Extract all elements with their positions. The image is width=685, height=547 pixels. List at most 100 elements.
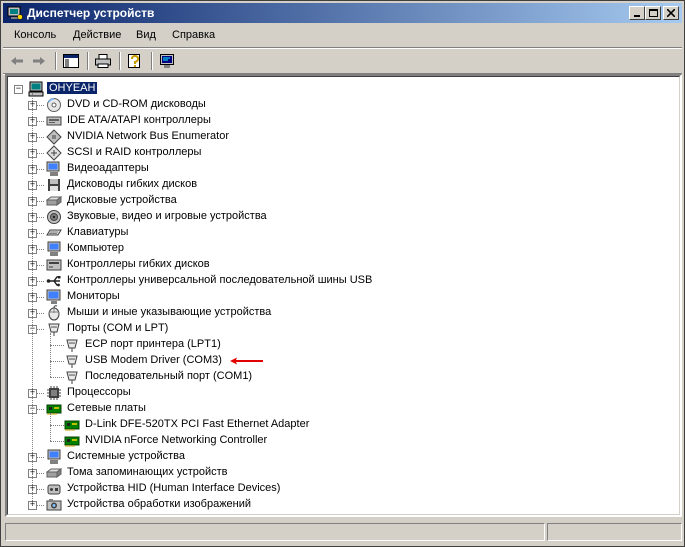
sound-icon <box>47 210 61 224</box>
back-button[interactable] <box>7 51 27 71</box>
tree-item-child[interactable]: NVIDIA nForce Networking Controller <box>8 433 668 449</box>
device-manager-window: Диспетчер устройств Консоль Действие Вид… <box>0 0 685 547</box>
tree-item[interactable]: + SCSI и RAID контроллеры <box>8 145 668 161</box>
tree-item[interactable]: + Мыши и иные указывающие устройства <box>8 305 668 321</box>
tree-item[interactable]: + Системные устройства <box>8 449 668 465</box>
toolbar-separator <box>119 52 121 70</box>
minimize-button[interactable] <box>629 6 645 20</box>
tree-item-child[interactable]: Последовательный порт (COM1) <box>8 369 668 385</box>
tree-item[interactable]: + Видеоадаптеры <box>8 161 668 177</box>
tree-child-label: D-Link DFE-520TX PCI Fast Ethernet Adapt… <box>85 418 310 430</box>
scan-hardware-button[interactable] <box>157 51 177 71</box>
tree-item-label: Мыши и иные указывающие устройства <box>67 306 272 318</box>
device-tree-content: − OHYEAH + DVD и CD-ROM дисководы + IDE ATA… <box>7 76 680 515</box>
disk-icon <box>46 196 62 206</box>
status-pane-secondary <box>547 523 682 541</box>
tree-root[interactable]: − OHYEAH <box>12 81 212 97</box>
tree-connector <box>50 333 51 377</box>
tree-item[interactable]: − Сетевые платы <box>8 401 668 417</box>
system-icon <box>47 449 61 464</box>
tree-item[interactable]: + Тома запоминающих устройств <box>8 465 668 481</box>
tree-item-label: Устройства HID (Human Interface Devices) <box>67 482 281 494</box>
tree-item-label: Дисковые устройства <box>67 194 177 206</box>
menu-console[interactable]: Консоль <box>14 29 56 41</box>
tree-item-child[interactable]: USB Modem Driver (COM3) <box>8 353 668 369</box>
tree-item[interactable]: + Устройства HID (Human Interface Devices… <box>8 481 668 497</box>
port-icon <box>66 355 78 368</box>
tree-item[interactable]: + Клавиатуры <box>8 225 668 241</box>
tree-child-label: Последовательный порт (COM1) <box>85 370 253 382</box>
menu-view[interactable]: Вид <box>136 29 156 41</box>
tree-item-label: Контроллеры гибких дисков <box>67 258 210 270</box>
tree-item[interactable]: + Дисковые устройства <box>8 193 668 209</box>
monitor-icon <box>46 289 61 304</box>
network-icon <box>46 404 62 415</box>
tree-item-label: Мониторы <box>67 290 120 302</box>
tree-root-label: OHYEAH <box>47 82 98 94</box>
tree-item[interactable]: + Процессоры <box>8 385 668 401</box>
tree-item[interactable]: + DVD и CD-ROM дисководы <box>8 97 668 113</box>
tree-item[interactable]: + Звуковые, видео и игровые устройства <box>8 209 668 225</box>
tree-item-child[interactable]: ECP порт принтера (LPT1) <box>8 337 668 353</box>
toolbar-separator <box>151 52 153 70</box>
tree-item[interactable]: + IDE ATA/ATAPI контроллеры <box>8 113 668 129</box>
tree-item-label: Компьютер <box>67 242 124 254</box>
minimize-icon <box>634 15 640 17</box>
close-icon <box>667 9 675 17</box>
port-icon <box>66 371 78 384</box>
toolbar-separator <box>55 52 57 70</box>
cpu-icon <box>47 386 61 400</box>
tree-child-label: ECP порт принтера (LPT1) <box>85 338 221 350</box>
close-button[interactable] <box>663 6 679 20</box>
tree-item[interactable]: + Дисководы гибких дисков <box>8 177 668 193</box>
title-bar[interactable]: Диспетчер устройств <box>3 3 682 23</box>
maximize-button[interactable] <box>645 6 661 20</box>
toolbar-separator <box>87 52 89 70</box>
menu-help[interactable]: Справка <box>172 29 215 41</box>
annotation-arrow-icon <box>229 357 263 365</box>
mouse-icon <box>48 305 60 321</box>
device-manager-icon <box>7 6 23 20</box>
enum-icon <box>46 129 62 145</box>
tree-item[interactable]: + Контроллеры универсальной последователь… <box>8 273 668 289</box>
status-bar <box>5 523 682 543</box>
tree-item-label: Процессоры <box>67 386 131 398</box>
print-icon <box>95 54 111 68</box>
back-icon <box>11 57 23 65</box>
properties-help-button[interactable] <box>125 51 145 71</box>
tree-item[interactable]: + NVIDIA Network Bus Enumerator <box>8 129 668 145</box>
tree-item-label: DVD и CD-ROM дисководы <box>67 98 206 110</box>
scan-hardware-icon <box>160 54 174 68</box>
tree-item-label: Устройства обработки изображений <box>67 498 252 510</box>
collapse-icon[interactable]: − <box>14 85 23 94</box>
computer-icon <box>28 81 44 97</box>
tree-item-label: Дисководы гибких дисков <box>67 178 198 190</box>
cdrom-icon <box>47 98 61 112</box>
tree-connector <box>50 413 51 441</box>
print-button[interactable] <box>93 51 113 71</box>
forward-icon <box>33 57 45 65</box>
tree-item-label: Сетевые платы <box>67 402 146 414</box>
tree-item-label: SCSI и RAID контроллеры <box>67 146 202 158</box>
show-hide-tree-button[interactable] <box>61 51 81 71</box>
menu-action[interactable]: Действие <box>73 29 121 41</box>
port-icon <box>66 339 78 352</box>
tree-item[interactable]: + Компьютер <box>8 241 668 257</box>
tree-item[interactable]: + Устройства обработки изображений <box>8 497 668 513</box>
volume-icon <box>46 468 62 478</box>
tree-item-child[interactable]: D-Link DFE-520TX PCI Fast Ethernet Adapt… <box>8 417 668 433</box>
tree-item-label: Порты (COM и LPT) <box>67 322 169 334</box>
forward-button[interactable] <box>29 51 49 71</box>
tree-item[interactable]: − Порты (COM и LPT) <box>8 321 668 337</box>
network-icon <box>64 436 80 447</box>
ide-icon <box>46 116 62 126</box>
tree-item[interactable]: + Мониторы <box>8 289 668 305</box>
tree-item-label: NVIDIA Network Bus Enumerator <box>67 130 230 142</box>
window-title: Диспетчер устройств <box>27 6 155 20</box>
tree-item[interactable]: + Контроллеры гибких дисков <box>8 257 668 273</box>
imaging-icon <box>46 499 62 511</box>
console-tree-icon <box>63 54 79 68</box>
display-icon <box>46 161 60 176</box>
device-tree[interactable]: − OHYEAH + DVD и CD-ROM дисководы + IDE ATA… <box>5 74 682 517</box>
usb-icon <box>46 276 61 287</box>
